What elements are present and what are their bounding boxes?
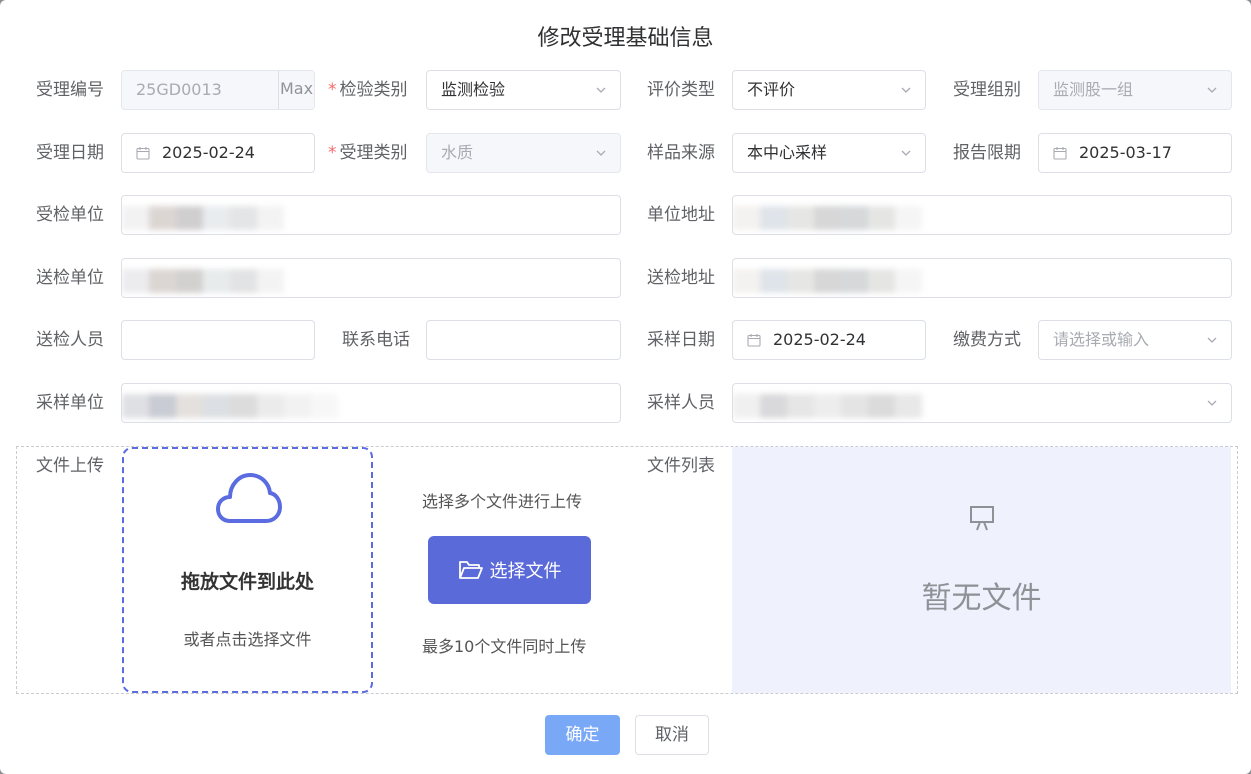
redacted-text [733, 269, 922, 293]
calendar-icon [1053, 147, 1067, 160]
calendar-icon [747, 334, 761, 347]
acceptance-no-value: 25GD0013 [136, 80, 222, 99]
sample-source-label: 样品来源 [647, 143, 715, 163]
chevron-down-icon [901, 150, 911, 156]
acceptance-date-label: 受理日期 [36, 143, 104, 163]
inspection-category-label: * 检验类别 [328, 70, 408, 110]
acceptance-no-input[interactable]: 25GD0013 Max [121, 70, 315, 110]
edit-acceptance-dialog: 修改受理基础信息 受理编号 25GD0013 Max * 检验类别 监测检验 评价… [0, 0, 1251, 774]
payment-method-placeholder: 请选择或输入 [1053, 330, 1150, 349]
acceptance-group-value: 监测股一组 [1053, 80, 1134, 99]
acceptance-category-label-text: 受理类别 [339, 143, 408, 163]
cloud-icon [216, 473, 282, 523]
sampling-unit-label: 采样单位 [36, 393, 104, 413]
phone-label: 联系电话 [342, 330, 410, 350]
submitting-unit-input[interactable] [121, 258, 621, 298]
file-upload-label: 文件上传 [36, 456, 104, 476]
chevron-down-icon [596, 150, 606, 156]
sampling-date-value: 2025-02-24 [773, 330, 866, 349]
sample-source-select[interactable]: 本中心采样 [732, 133, 926, 173]
confirm-button[interactable]: 确定 [545, 715, 620, 755]
submitting-address-input[interactable] [732, 258, 1232, 298]
acceptance-group-label: 受理组别 [953, 80, 1021, 100]
max-append-button[interactable]: Max [278, 71, 314, 109]
acceptance-date-picker[interactable]: 2025-02-24 [121, 133, 315, 173]
evaluation-type-label: 评价类型 [647, 80, 715, 100]
chevron-down-icon [1207, 87, 1217, 93]
acceptance-date-value: 2025-02-24 [162, 143, 255, 162]
file-drop-zone[interactable]: 拖放文件到此处 或者点击选择文件 [122, 447, 373, 693]
choose-file-button[interactable]: 选择文件 [428, 536, 591, 604]
inspection-category-label-text: 检验类别 [339, 80, 408, 100]
drop-title: 拖放文件到此处 [180, 571, 314, 593]
empty-file-text: 暂无文件 [921, 581, 1042, 616]
folder-open-icon [458, 561, 483, 579]
sampler-select[interactable] [732, 383, 1232, 423]
redacted-text [122, 394, 338, 418]
sampling-unit-input[interactable] [121, 383, 621, 423]
submitter-input[interactable] [121, 320, 315, 360]
sampling-date-label: 采样日期 [647, 330, 715, 350]
submitting-address-label: 送检地址 [647, 268, 715, 288]
submitting-unit-label: 送检单位 [36, 268, 104, 288]
inspection-category-value: 监测检验 [441, 80, 506, 99]
payment-method-select[interactable]: 请选择或输入 [1038, 320, 1232, 360]
required-mark: * [328, 143, 337, 163]
sample-source-value: 本中心采样 [747, 143, 828, 162]
report-deadline-picker[interactable]: 2025-03-17 [1038, 133, 1232, 173]
report-deadline-value: 2025-03-17 [1079, 143, 1172, 162]
dialog-title: 修改受理基础信息 [537, 26, 714, 51]
calendar-icon [136, 147, 150, 160]
sampler-label: 采样人员 [647, 393, 715, 413]
inspected-unit-label: 受检单位 [36, 205, 104, 225]
file-list-panel: 暂无文件 [732, 447, 1231, 693]
required-mark: * [328, 80, 337, 100]
sampling-date-picker[interactable]: 2025-02-24 [732, 320, 926, 360]
file-list-label: 文件列表 [647, 456, 715, 476]
acceptance-category-label: * 受理类别 [328, 133, 408, 173]
report-deadline-label: 报告限期 [953, 143, 1021, 163]
evaluation-type-value: 不评价 [747, 80, 796, 99]
unit-address-input[interactable] [732, 195, 1232, 235]
phone-input[interactable] [426, 320, 621, 360]
drop-subtitle: 或者点击选择文件 [183, 630, 312, 649]
unit-address-label: 单位地址 [647, 205, 715, 225]
evaluation-type-select[interactable]: 不评价 [732, 70, 926, 110]
redacted-text [122, 269, 284, 293]
redacted-text [122, 206, 284, 230]
presentation-board-icon [970, 506, 994, 531]
redacted-text [733, 394, 922, 418]
cancel-button[interactable]: 取消 [635, 715, 709, 755]
chevron-down-icon [1207, 400, 1217, 406]
inspected-unit-input[interactable] [121, 195, 621, 235]
chevron-down-icon [1207, 337, 1217, 343]
acceptance-category-select[interactable]: 水质 [426, 133, 621, 173]
chevron-down-icon [901, 87, 911, 93]
acceptance-category-value: 水质 [441, 143, 474, 162]
chevron-down-icon [596, 87, 606, 93]
acceptance-group-select[interactable]: 监测股一组 [1038, 70, 1232, 110]
choose-file-label: 选择文件 [489, 561, 562, 582]
redacted-text [733, 206, 922, 230]
multi-file-hint: 选择多个文件进行上传 [422, 492, 583, 511]
inspection-category-select[interactable]: 监测检验 [426, 70, 621, 110]
max-files-hint: 最多10个文件同时上传 [422, 637, 587, 656]
submitter-label: 送检人员 [36, 330, 104, 350]
payment-method-label: 缴费方式 [953, 330, 1021, 350]
acceptance-no-label: 受理编号 [36, 80, 104, 100]
